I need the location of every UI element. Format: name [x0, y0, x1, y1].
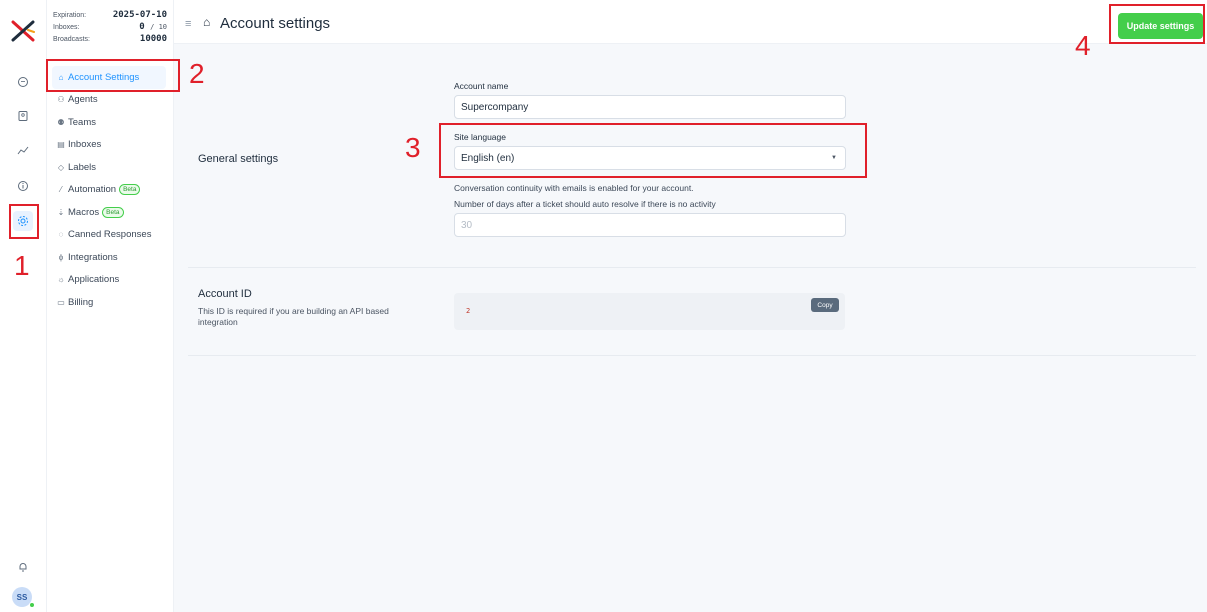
- expiration-value: 2025-07-10: [112, 10, 167, 20]
- sidebar-item-label: Applications: [68, 274, 120, 286]
- agents-icon: ⚇: [57, 95, 65, 105]
- plan-summary: Expiration: 2025-07-10 Inboxes: 0 / 10 B…: [53, 10, 167, 46]
- macros-icon: ⇣: [57, 207, 65, 217]
- page-title: Account settings: [220, 15, 331, 32]
- billing-icon: ▭: [57, 297, 65, 307]
- annotation-box-1: [9, 204, 39, 239]
- annotation-box-3: [439, 123, 867, 178]
- account-id-value: 2: [466, 307, 471, 315]
- annotation-number-1: 1: [14, 250, 30, 281]
- reports-icon[interactable]: [13, 140, 33, 160]
- apps-icon: ☼: [57, 275, 65, 285]
- online-status-dot: [29, 602, 35, 608]
- info-icon[interactable]: [13, 176, 33, 196]
- annotation-number-2: 2: [189, 58, 205, 89]
- expiration-label: Expiration:: [53, 12, 87, 19]
- sidebar-item-canned-responses[interactable]: ◌ Canned Responses: [52, 224, 166, 247]
- sidebar-item-inboxes[interactable]: ▤ Inboxes: [52, 134, 166, 157]
- auto-resolve-label: Number of days after a ticket should aut…: [454, 199, 716, 209]
- annotation-box-2: [46, 59, 180, 92]
- annotation-number-3: 3: [405, 132, 421, 163]
- sidebar-item-label: Teams: [68, 116, 96, 128]
- inboxes-total: / 10: [150, 23, 167, 31]
- sidebar-item-billing[interactable]: ▭ Billing: [52, 291, 166, 314]
- account-id-description: This ID is required if you are building …: [198, 306, 389, 327]
- beta-badge: Beta: [102, 206, 124, 218]
- contacts-icon[interactable]: [13, 106, 33, 126]
- sidebar-item-label: Labels: [68, 161, 96, 173]
- sidebar-item-macros[interactable]: ⇣ Macros Beta: [52, 201, 166, 224]
- sidebar-item-label: Macros: [68, 206, 100, 218]
- general-settings-title: General settings: [198, 153, 279, 165]
- inboxes-used: 0: [139, 22, 145, 32]
- section-divider: [188, 267, 1196, 268]
- beta-badge: Beta: [119, 184, 141, 196]
- annotation-number-4: 4: [1075, 30, 1091, 61]
- sidebar-item-label: Automation: [68, 184, 117, 196]
- settings-nav: ⌂ Account Settings ⚇ Agents ⚉ Teams ▤ In…: [52, 66, 166, 314]
- sidebar-item-label: Inboxes: [68, 139, 102, 151]
- continuity-note: Conversation continuity with emails is e…: [454, 183, 694, 193]
- notifications-bell-icon[interactable]: [13, 557, 33, 577]
- sidebar-item-applications[interactable]: ☼ Applications: [52, 269, 166, 292]
- plug-icon: ϕ: [58, 252, 64, 262]
- icon-rail: SS: [0, 0, 47, 612]
- section-divider: [188, 355, 1196, 356]
- inboxes-label: Inboxes:: [53, 24, 80, 31]
- store-icon: ⌂: [203, 15, 211, 29]
- broadcasts-value: 10000: [139, 34, 167, 44]
- page-header: ≡ ⌂ Account settings Update settings: [174, 0, 1207, 44]
- sidebar-item-teams[interactable]: ⚉ Teams: [52, 111, 166, 134]
- automation-icon: ⁄: [60, 185, 62, 195]
- account-id-code-box: 2 Copy: [454, 293, 845, 330]
- sidebar-item-label: Integrations: [68, 251, 118, 263]
- account-id-title: Account ID: [198, 288, 252, 300]
- sidebar-item-label: Agents: [68, 94, 98, 106]
- annotation-box-4: [1109, 4, 1205, 44]
- account-name-input[interactable]: Supercompany: [454, 95, 846, 119]
- menu-icon[interactable]: ≡: [185, 18, 191, 30]
- auto-resolve-input[interactable]: 30: [454, 213, 846, 237]
- copy-button[interactable]: Copy: [811, 298, 839, 312]
- sidebar-item-automation[interactable]: ⁄ Automation Beta: [52, 179, 166, 202]
- tag-icon: ◇: [57, 162, 65, 172]
- chat-icon: ◌: [58, 230, 64, 240]
- account-name-label: Account name: [454, 81, 509, 91]
- broadcasts-label: Broadcasts:: [53, 36, 90, 43]
- sidebar-item-label: Billing: [68, 296, 94, 308]
- sidebar-item-labels[interactable]: ◇ Labels: [52, 156, 166, 179]
- teams-icon: ⚉: [57, 117, 65, 127]
- conversations-icon[interactable]: [13, 72, 33, 92]
- inbox-icon: ▤: [57, 140, 65, 150]
- sidebar-item-label: Canned Responses: [68, 229, 152, 241]
- sidebar-item-integrations[interactable]: ϕ Integrations: [52, 246, 166, 269]
- logo: [11, 20, 35, 42]
